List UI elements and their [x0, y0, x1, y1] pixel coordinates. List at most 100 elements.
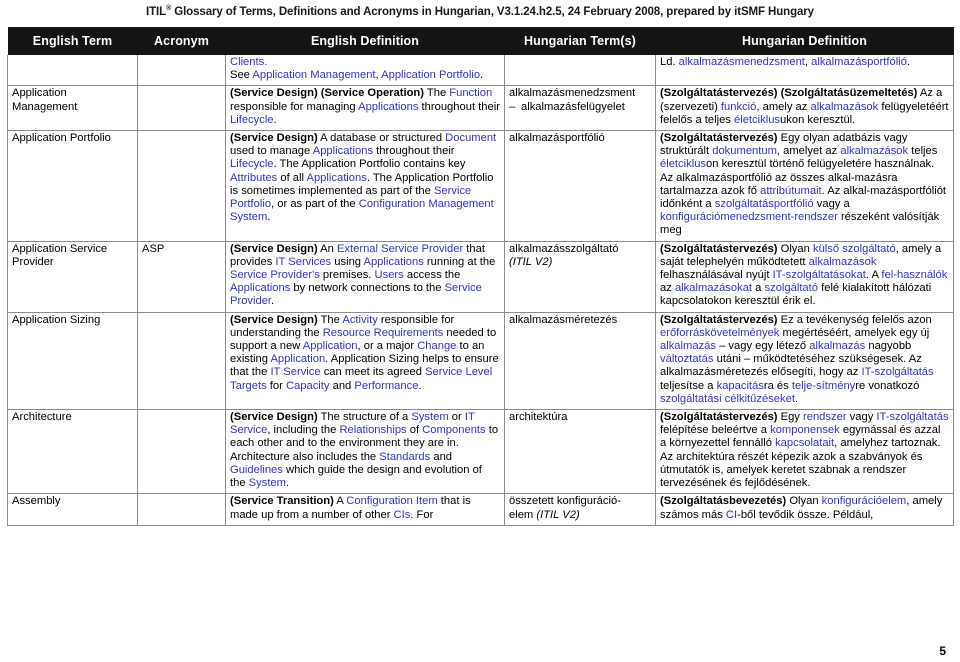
cross-reference-link[interactable]: telje-sítmény [792, 380, 855, 392]
cross-reference-link[interactable]: Attributes [230, 172, 277, 184]
cross-reference-link[interactable]: Applications [307, 172, 367, 184]
cross-reference-link[interactable]: komponensek [770, 424, 840, 436]
cross-reference-link[interactable]: szolgáltatási célkitűzéseket [660, 393, 795, 405]
cross-reference-link[interactable]: System [249, 477, 286, 489]
definition-text: (Service Design) [230, 411, 318, 424]
cell-acronym: ASP [137, 240, 226, 313]
cross-reference-link[interactable]: Components [422, 424, 485, 436]
table-row: Application Management (Service Design) (… [7, 85, 954, 132]
column-header-english-term: English Term [7, 27, 138, 55]
cross-reference-link[interactable]: IT Services [275, 256, 331, 268]
cross-reference-link[interactable]: dokumentum [712, 145, 777, 157]
cell-acronym [137, 409, 226, 495]
cross-reference-link[interactable]: System [411, 411, 448, 423]
cell-hungarian-term: architektúra [504, 409, 656, 495]
definition-text: felelős azon [868, 313, 932, 326]
cross-reference-link[interactable]: Relationships [339, 424, 406, 436]
table-row: Architecture (Service Design) The structu… [7, 409, 954, 495]
cross-reference-link[interactable]: Application Portfolio [381, 69, 480, 81]
cross-reference-link[interactable]: Application Management [252, 69, 375, 81]
definition-text: (Szolgáltatástervezés) [660, 132, 778, 145]
definition-text: nagyobb [865, 340, 912, 353]
cross-reference-link[interactable]: alkalmazásokat [675, 282, 752, 294]
definition-text: , amely az [756, 100, 811, 113]
cross-reference-link[interactable]: életciklus [660, 158, 706, 170]
cross-reference-link[interactable]: Standards [379, 451, 430, 463]
cross-reference-link[interactable]: Function [449, 87, 492, 99]
cross-reference-link[interactable]: kapacitás [717, 380, 764, 392]
definition-text: teljesítse a [660, 379, 717, 392]
cross-reference-link[interactable]: funkció [721, 101, 756, 113]
cross-reference-link[interactable]: Document [445, 132, 496, 144]
definition-text: ukon keresztül. [780, 113, 856, 126]
cross-reference-link[interactable]: Service Provider's [230, 269, 320, 281]
cross-reference-link[interactable]: Lifecycle [230, 158, 274, 170]
cell-english-term: Application Sizing [7, 311, 138, 411]
cross-reference-link[interactable]: Resource Requirements [323, 327, 444, 339]
cross-reference-link[interactable]: alkalmazásmenedzsment [679, 56, 805, 68]
cross-reference-link[interactable]: kapcsolatait [775, 437, 834, 449]
definition-text: using [331, 255, 364, 268]
cell-english-definition: (Service Design) An External Service Pro… [225, 240, 505, 313]
cross-reference-link[interactable]: fel-használók [881, 269, 947, 281]
cross-reference-link[interactable]: erőforráskövetelmények [660, 327, 779, 339]
cross-reference-link[interactable]: CI [726, 509, 737, 521]
cross-reference-link[interactable]: életciklus [734, 114, 780, 126]
column-header-hungarian-term: Hungarian Term(s) [504, 27, 656, 55]
definition-text: throughout their [418, 100, 500, 113]
cross-reference-link[interactable]: alkalmazás [660, 340, 716, 352]
cross-reference-link[interactable]: rendszer [803, 411, 847, 423]
cross-reference-link[interactable]: Application [270, 353, 325, 365]
cross-reference-link[interactable]: alkalmazások [810, 101, 878, 113]
definition-text: and [430, 450, 453, 463]
definition-text: (Service Transition) [230, 495, 334, 508]
cross-reference-link[interactable]: Capacity [286, 380, 330, 392]
cell-hungarian-definition: (Szolgáltatástervezés) (Szolgáltatásüzem… [655, 85, 954, 132]
definition-text: premises. [319, 269, 375, 282]
cross-reference-link[interactable]: konfigurációelem [822, 495, 907, 507]
cross-reference-link[interactable]: Applications [364, 256, 424, 268]
cross-reference-link[interactable]: Activity [342, 314, 377, 326]
cross-reference-link[interactable]: Change [417, 340, 456, 352]
definition-text: a [752, 282, 765, 295]
cell-english-definition: (Service Design) The structure of a Syst… [225, 409, 505, 495]
definition-text: A database or structured [317, 132, 446, 145]
cross-reference-link[interactable]: Applications [313, 145, 373, 157]
definition-text: (Service Design) [230, 313, 318, 326]
cross-reference-link[interactable]: Users [375, 269, 404, 281]
cross-reference-link[interactable]: CIs [394, 509, 411, 521]
cross-reference-link[interactable]: Guidelines [230, 464, 283, 476]
cross-reference-link[interactable]: konfigurációmenedzsment-rendszer [660, 211, 838, 223]
cross-reference-link[interactable]: szolgáltatásportfólió [715, 198, 814, 210]
definition-text: felhasználásával nyújt [660, 269, 773, 282]
cross-reference-link[interactable]: Lifecycle [230, 114, 274, 126]
cell-english-term: Architecture [7, 409, 138, 495]
cross-reference-link[interactable]: szolgáltató [765, 282, 819, 294]
cell-hungarian-definition: (Szolgáltatásbevezetés) Olyan konfigurác… [655, 493, 954, 526]
definition-text: Egy [777, 411, 804, 424]
cross-reference-link[interactable]: változtatás [660, 353, 713, 365]
cross-reference-link[interactable]: alkalmazások [809, 256, 877, 268]
cross-reference-link[interactable]: IT-szolgáltatás [861, 366, 933, 378]
cross-reference-link[interactable]: alkalmazásportfólió [811, 56, 907, 68]
cross-reference-link[interactable]: külső szolgáltató [813, 243, 896, 255]
cross-reference-link[interactable]: Applications [230, 282, 290, 294]
cross-reference-link[interactable]: Performance [354, 380, 418, 392]
cross-reference-link[interactable]: Configuration Item [346, 495, 437, 507]
cross-reference-link[interactable]: alkalmazások [840, 145, 908, 157]
cross-reference-link[interactable]: Clients. [230, 56, 267, 68]
definition-text: . [267, 211, 271, 224]
definition-text: (Service Design) [230, 132, 318, 145]
cross-reference-link[interactable]: Applications [358, 101, 418, 113]
cross-reference-link[interactable]: Application [303, 340, 358, 352]
definition-text: A [333, 495, 347, 508]
cross-reference-link[interactable]: IT Service [270, 366, 320, 378]
cross-reference-link[interactable]: alkalmazás [809, 340, 865, 352]
hungarian-term-line: alkalmazásméretezés [509, 313, 618, 326]
cross-reference-link[interactable]: IT-szolgáltatásokat [773, 269, 866, 281]
cross-reference-link[interactable]: External Service Provider [337, 243, 463, 255]
cross-reference-link[interactable]: attribútumait [760, 185, 822, 197]
cell-english-term: Assembly [7, 493, 138, 526]
cross-reference-link[interactable]: IT-szolgáltatás [876, 411, 948, 423]
cell-hungarian-term: alkalmazásmenedzsment – alkalmazásfelügyel… [504, 85, 656, 132]
